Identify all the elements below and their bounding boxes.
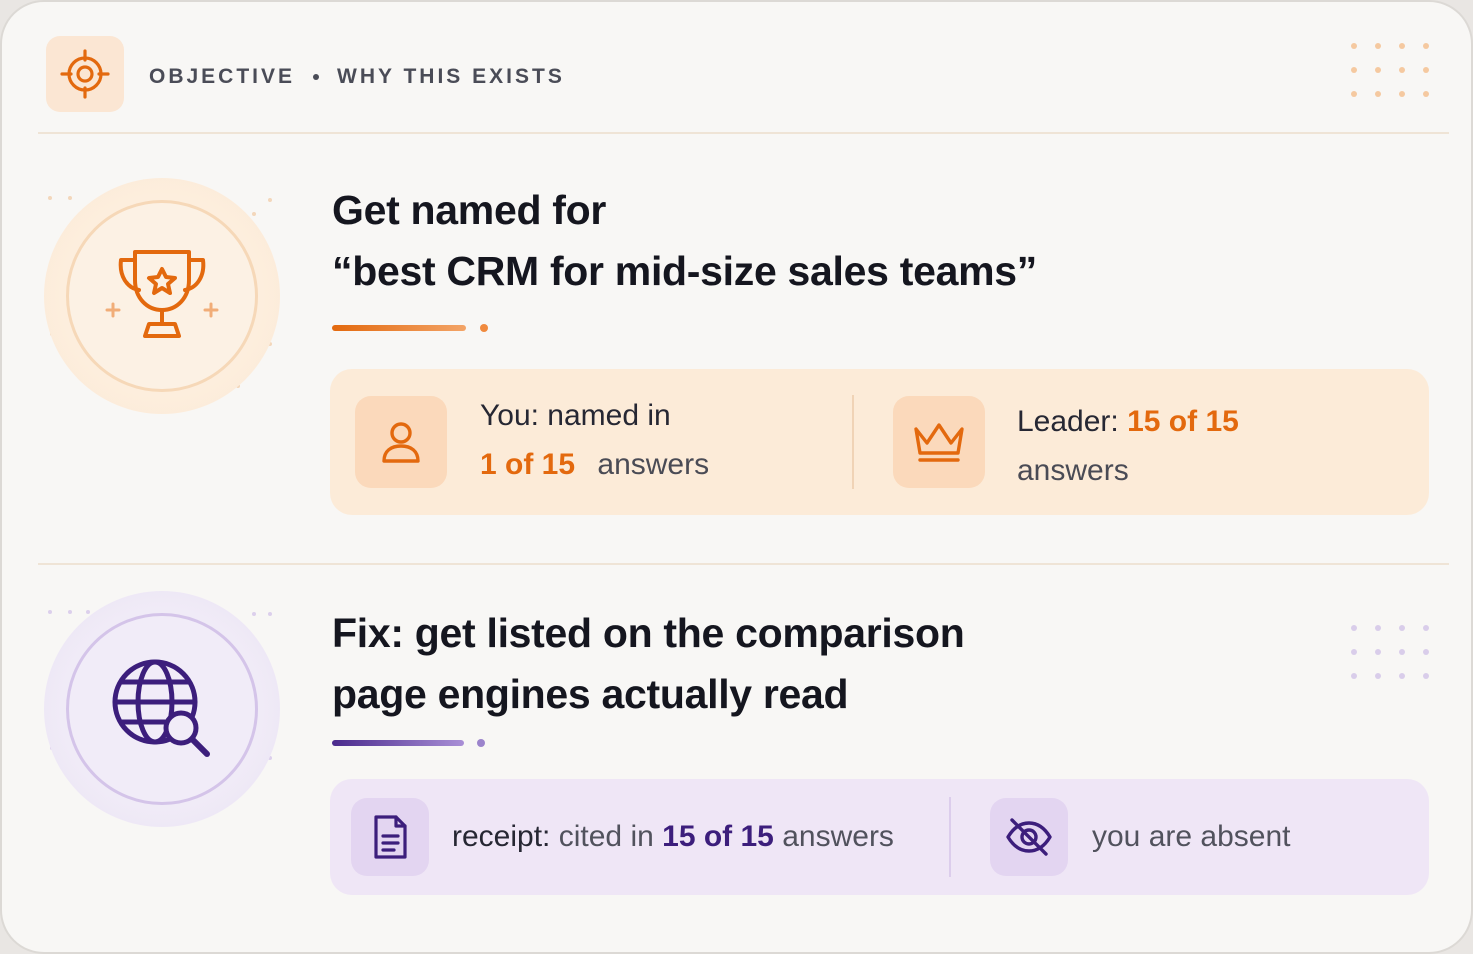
receipt-value: 15 of 15 (662, 820, 774, 853)
trophy-icon (105, 250, 219, 338)
you-stat-prefix: You: named in (480, 399, 671, 432)
label-separator-dot (313, 74, 320, 80)
objective-title-line2: “best CRM for mid-size sales teams” (332, 248, 1037, 294)
trophy-medallion (44, 178, 280, 414)
globe-medallion (44, 591, 280, 827)
you-stat-value: 1 of 15 (480, 448, 576, 481)
objective-stats-panel: You: named in 1 of 15 answers Leader: 15… (330, 369, 1429, 515)
leader-stat-prefix: Leader: (1017, 405, 1119, 438)
header-divider (38, 132, 1449, 134)
decorative-dot-grid-right (1351, 625, 1429, 679)
fix-accent-line (332, 740, 464, 746)
leader-stat: Leader: 15 of 15 answers (1017, 397, 1239, 495)
decorative-dot-grid-top (1351, 43, 1429, 97)
eye-off-icon (990, 798, 1068, 876)
absent-text: you are absent (1092, 820, 1291, 853)
fix-stats-separator (949, 797, 951, 877)
absent-stat: you are absent (1092, 817, 1290, 857)
section-divider (38, 563, 1449, 565)
leader-stat-suffix: answers (1017, 454, 1129, 487)
fix-title-line2: page engines actually read (332, 671, 849, 717)
leader-stat-value: 15 of 15 (1127, 405, 1239, 438)
crown-icon (893, 396, 985, 488)
receipt-stat: receipt: cited in 15 of 15 answers (452, 817, 894, 857)
document-icon (351, 798, 429, 876)
fix-title-line1: Fix: get listed on the comparison (332, 610, 965, 656)
user-icon (355, 396, 447, 488)
section-label: OBJECTIVE WHY THIS EXISTS (149, 64, 565, 90)
you-stat: You: named in 1 of 15 answers (480, 391, 709, 489)
objective-accent-line (332, 325, 466, 331)
objective-accent-dot (480, 324, 488, 332)
objective-title-line1: Get named for (332, 187, 607, 233)
fix-stats-panel: receipt: cited in 15 of 15 answers you a… (330, 779, 1429, 895)
label-why-this-exists: WHY THIS EXISTS (337, 65, 565, 88)
objective-title: Get named for “best CRM for mid-size sal… (332, 180, 1037, 302)
receipt-middle: cited in (558, 820, 654, 853)
globe-search-icon (112, 659, 210, 757)
you-stat-suffix: answers (597, 448, 710, 481)
receipt-suffix: answers (782, 820, 894, 853)
objective-card: OBJECTIVE WHY THIS EXISTS Get named for … (0, 0, 1473, 954)
stats-separator (852, 395, 854, 489)
label-objective: OBJECTIVE (149, 65, 296, 88)
receipt-prefix: receipt: (452, 820, 551, 853)
fix-title: Fix: get listed on the comparison page e… (332, 603, 965, 725)
fix-accent-dot (477, 739, 485, 747)
target-icon (46, 36, 124, 112)
